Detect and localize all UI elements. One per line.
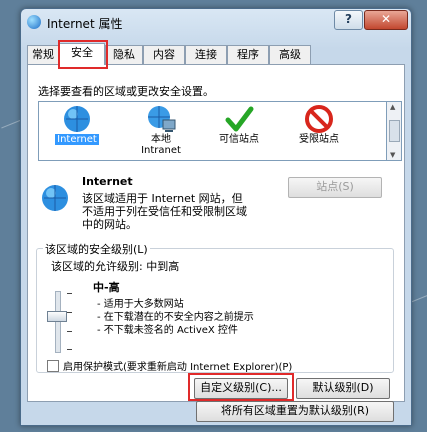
ie-globe-icon [27, 15, 41, 29]
tab-strip: 常规 安全 隐私 内容 连接 程序 高级 [27, 43, 405, 65]
internet-properties-window: Internet 属性 ? ✕ 常规 安全 隐私 内容 连接 程序 高级 选择要… [20, 8, 412, 426]
tab-connections[interactable]: 连接 [185, 45, 227, 64]
security-level-name: 中-高 [93, 281, 120, 294]
zone-label: 可信站点 [219, 134, 259, 145]
security-level-point-3: - 不下载未签名的 ActiveX 控件 [97, 325, 238, 336]
tab-privacy[interactable]: 隐私 [105, 45, 143, 64]
selected-zone-title: Internet [82, 175, 133, 188]
tab-programs[interactable]: 程序 [227, 45, 269, 64]
security-level-slider-thumb[interactable] [47, 311, 67, 322]
selected-zone-globe-icon [42, 185, 68, 211]
scroll-up-arrow-icon[interactable]: ▲ [390, 103, 395, 111]
window-title: Internet 属性 [47, 17, 123, 31]
scroll-down-arrow-icon[interactable]: ▼ [390, 151, 395, 159]
zone-internet[interactable]: Internet [45, 104, 109, 158]
default-level-button[interactable]: 默认级别(D) [296, 378, 390, 399]
zone-label: 受限站点 [299, 134, 339, 145]
zone-instruction: 选择要查看的区域或更改安全设置。 [38, 85, 214, 98]
security-level-title: 该区域的安全级别(L) [43, 241, 150, 257]
title-bar[interactable]: Internet 属性 ? ✕ [21, 9, 411, 37]
zone-description-line-3: 中的网站。 [82, 218, 137, 231]
green-check-icon [225, 106, 254, 132]
security-panel: 选择要查看的区域或更改安全设置。 Internet 本地 Intranet 可信… [27, 64, 405, 402]
tab-advanced[interactable]: 高级 [269, 45, 311, 64]
help-button[interactable]: ? [334, 10, 363, 30]
zone-trusted-sites[interactable]: 可信站点 [207, 104, 271, 158]
sites-button[interactable]: 站点(S) [288, 177, 382, 198]
zone-label: Internet [55, 134, 99, 145]
security-level-group: 该区域的安全级别(L) 该区域的允许级别: 中到高 中-高 - 适用于大多数网站… [36, 241, 394, 373]
reset-all-zones-button[interactable]: 将所有区域重置为默认级别(R) [196, 401, 394, 422]
tab-general[interactable]: 常规 [27, 45, 59, 64]
globe-icon [64, 106, 90, 132]
zone-label: 本地 Intranet [141, 134, 181, 156]
scroll-thumb[interactable] [389, 120, 400, 142]
tab-security[interactable]: 安全 [59, 43, 105, 65]
allowed-levels: 该区域的允许级别: 中到高 [51, 260, 180, 273]
zone-list: Internet 本地 Intranet 可信站点 受限站点 ▲ ▼ [38, 101, 402, 161]
custom-level-button[interactable]: 自定义级别(C)... [194, 378, 288, 399]
zone-local-intranet[interactable]: 本地 Intranet [129, 104, 193, 158]
local-intranet-icon [148, 106, 176, 132]
zone-restricted-sites[interactable]: 受限站点 [287, 104, 351, 158]
protected-mode-label: 启用保护模式(要求重新启动 Internet Explorer)(P) [63, 362, 293, 373]
security-level-slider-track[interactable] [55, 291, 61, 353]
protected-mode-checkbox[interactable] [47, 360, 59, 372]
red-no-entry-icon [305, 105, 333, 133]
zone-list-scrollbar[interactable]: ▲ ▼ [386, 101, 402, 161]
tab-content[interactable]: 内容 [143, 45, 185, 64]
close-button[interactable]: ✕ [364, 10, 408, 30]
